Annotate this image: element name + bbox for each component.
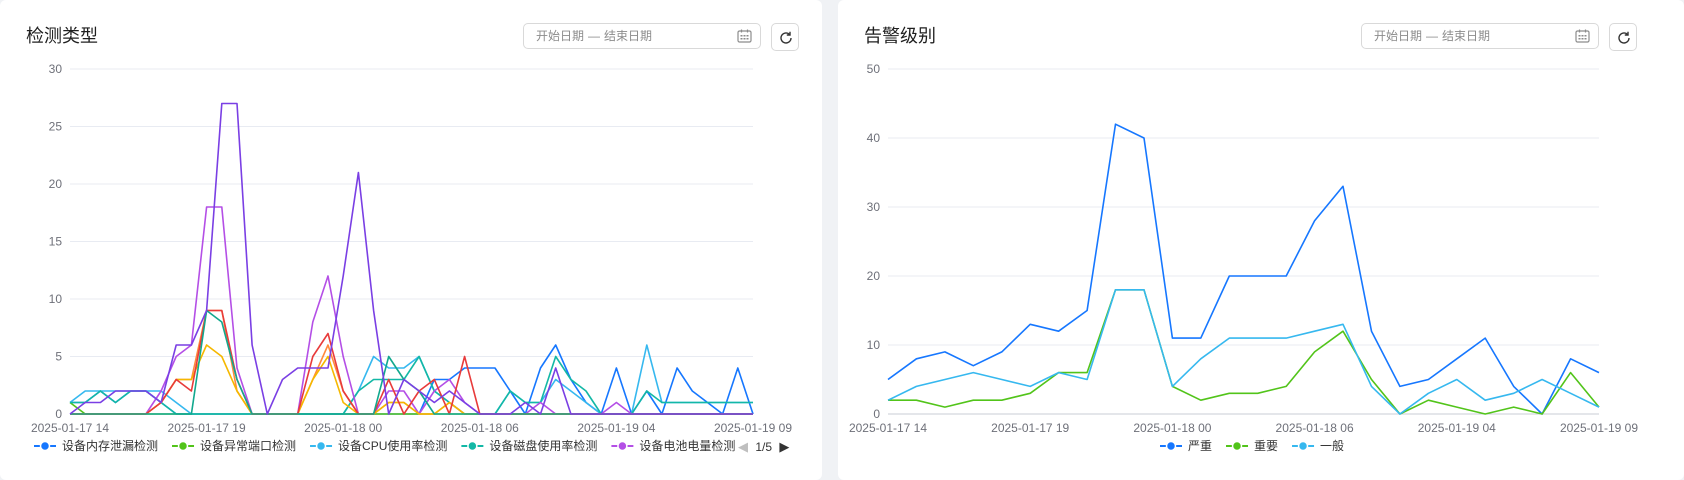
legend-label: 重要 (1254, 439, 1278, 453)
date-separator: — (1426, 29, 1439, 43)
legend-next-icon[interactable]: ▶ (779, 439, 789, 454)
legend-label: 设备电池电量检测 (639, 438, 735, 453)
start-date-placeholder: 开始日期 (536, 29, 585, 43)
refresh-button[interactable] (1609, 23, 1637, 51)
legend-item[interactable]: 设备电池电量检测 (611, 438, 735, 453)
legend-label: 设备内存泄漏检测 (62, 438, 158, 453)
y-tick-label: 0 (55, 407, 62, 421)
x-tick-label: 2025-01-19 04 (1418, 421, 1496, 435)
x-tick-label: 2025-01-18 00 (304, 421, 382, 435)
y-tick-label: 30 (49, 62, 63, 76)
alarm-level-chart: 0 10 20 30 40 50 2025-01-17 14 2025-01-17 19 202… (849, 62, 1638, 453)
legend-label: 设备CPU使用率检测 (338, 438, 447, 453)
y-tick-label: 5 (55, 350, 62, 364)
legend-pager: ◀ 1/5 ▶ (738, 439, 789, 455)
x-tick-label: 2025-01-17 14 (31, 421, 109, 435)
legend-marker (177, 440, 189, 452)
x-tick-label: 2025-01-19 04 (577, 421, 655, 435)
y-tick-label: 20 (867, 269, 881, 283)
legend-marker (1231, 440, 1243, 452)
x-tick-label: 2025-01-17 19 (991, 421, 1069, 435)
calendar-icon[interactable] (1575, 29, 1590, 43)
series-line (887, 289, 1600, 415)
date-range-picker[interactable]: 开始日期 — 结束日期 (1361, 23, 1599, 49)
refresh-button[interactable] (771, 23, 799, 51)
panel-title: 检测类型 (26, 26, 98, 46)
series-line (887, 123, 1600, 415)
x-tick-label: 2025-01-19 09 (714, 421, 792, 435)
legend-marker (617, 440, 628, 452)
refresh-icon (780, 31, 792, 44)
legend-item[interactable]: 一般 (1292, 438, 1344, 453)
y-tick-label: 50 (867, 62, 881, 76)
detection-type-panel: 检测类型 开始日期 — 结束日期 0 5 10 15 20 25 30 2025-01-17 14… (0, 0, 822, 480)
date-range-picker[interactable]: 开始日期 — 结束日期 (523, 23, 761, 49)
x-tick-label: 2025-01-18 06 (441, 421, 519, 435)
legend-item[interactable]: 设备CPU使用率检测 (310, 438, 447, 453)
legend-marker (315, 440, 327, 452)
x-tick-label: 2025-01-17 14 (849, 421, 927, 435)
y-tick-label: 30 (867, 200, 881, 214)
x-tick-label: 2025-01-18 06 (1276, 421, 1354, 435)
legend-label: 一般 (1320, 438, 1344, 453)
legend-item[interactable]: 设备异常端口检测 (172, 438, 296, 453)
date-separator: — (588, 29, 601, 43)
legend-item[interactable]: 严重 (1160, 439, 1212, 453)
legend-marker (39, 440, 51, 452)
legend-marker (467, 440, 478, 452)
end-date-placeholder: 结束日期 (604, 29, 653, 43)
legend-prev-icon[interactable]: ◀ (738, 439, 748, 454)
series-line (888, 289, 1600, 415)
legend-item[interactable]: 设备内存泄漏检测 (34, 438, 158, 453)
y-tick-label: 10 (867, 338, 881, 352)
y-tick-label: 10 (49, 292, 63, 306)
legend-page-indicator: 1/5 (755, 440, 773, 454)
end-date-placeholder: 结束日期 (1442, 29, 1491, 43)
legend-item[interactable]: 设备磁盘使用率检测 (461, 438, 597, 453)
x-tick-label: 2025-01-18 00 (1133, 421, 1211, 435)
detection-type-chart: 0 5 10 15 20 25 30 2025-01-17 14 2025-01-17 19 20… (31, 62, 792, 453)
y-tick-label: 25 (49, 120, 63, 134)
alarm-level-panel: 告警级别 开始日期 — 结束日期 0 10 20 30 40 50 2025-01-17 14 2… (838, 0, 1684, 480)
series-line (70, 206, 753, 415)
y-tick-label: 20 (49, 177, 63, 191)
x-tick-label: 2025-01-17 19 (168, 421, 246, 435)
x-tick-label: 2025-01-19 09 (1560, 421, 1638, 435)
y-tick-label: 15 (49, 235, 63, 249)
y-tick-label: 40 (867, 131, 881, 145)
start-date-placeholder: 开始日期 (1374, 29, 1423, 43)
legend-label: 严重 (1188, 439, 1212, 453)
y-tick-label: 0 (873, 407, 880, 421)
legend-label: 设备异常端口检测 (200, 438, 296, 453)
calendar-icon[interactable] (737, 29, 752, 43)
legend-item[interactable]: 重要 (1226, 439, 1278, 453)
refresh-icon (1618, 31, 1630, 44)
legend-marker (1165, 440, 1177, 452)
legend-marker (1297, 440, 1309, 452)
legend-label: 设备磁盘使用率检测 (489, 438, 597, 453)
panel-title: 告警级别 (864, 26, 936, 46)
